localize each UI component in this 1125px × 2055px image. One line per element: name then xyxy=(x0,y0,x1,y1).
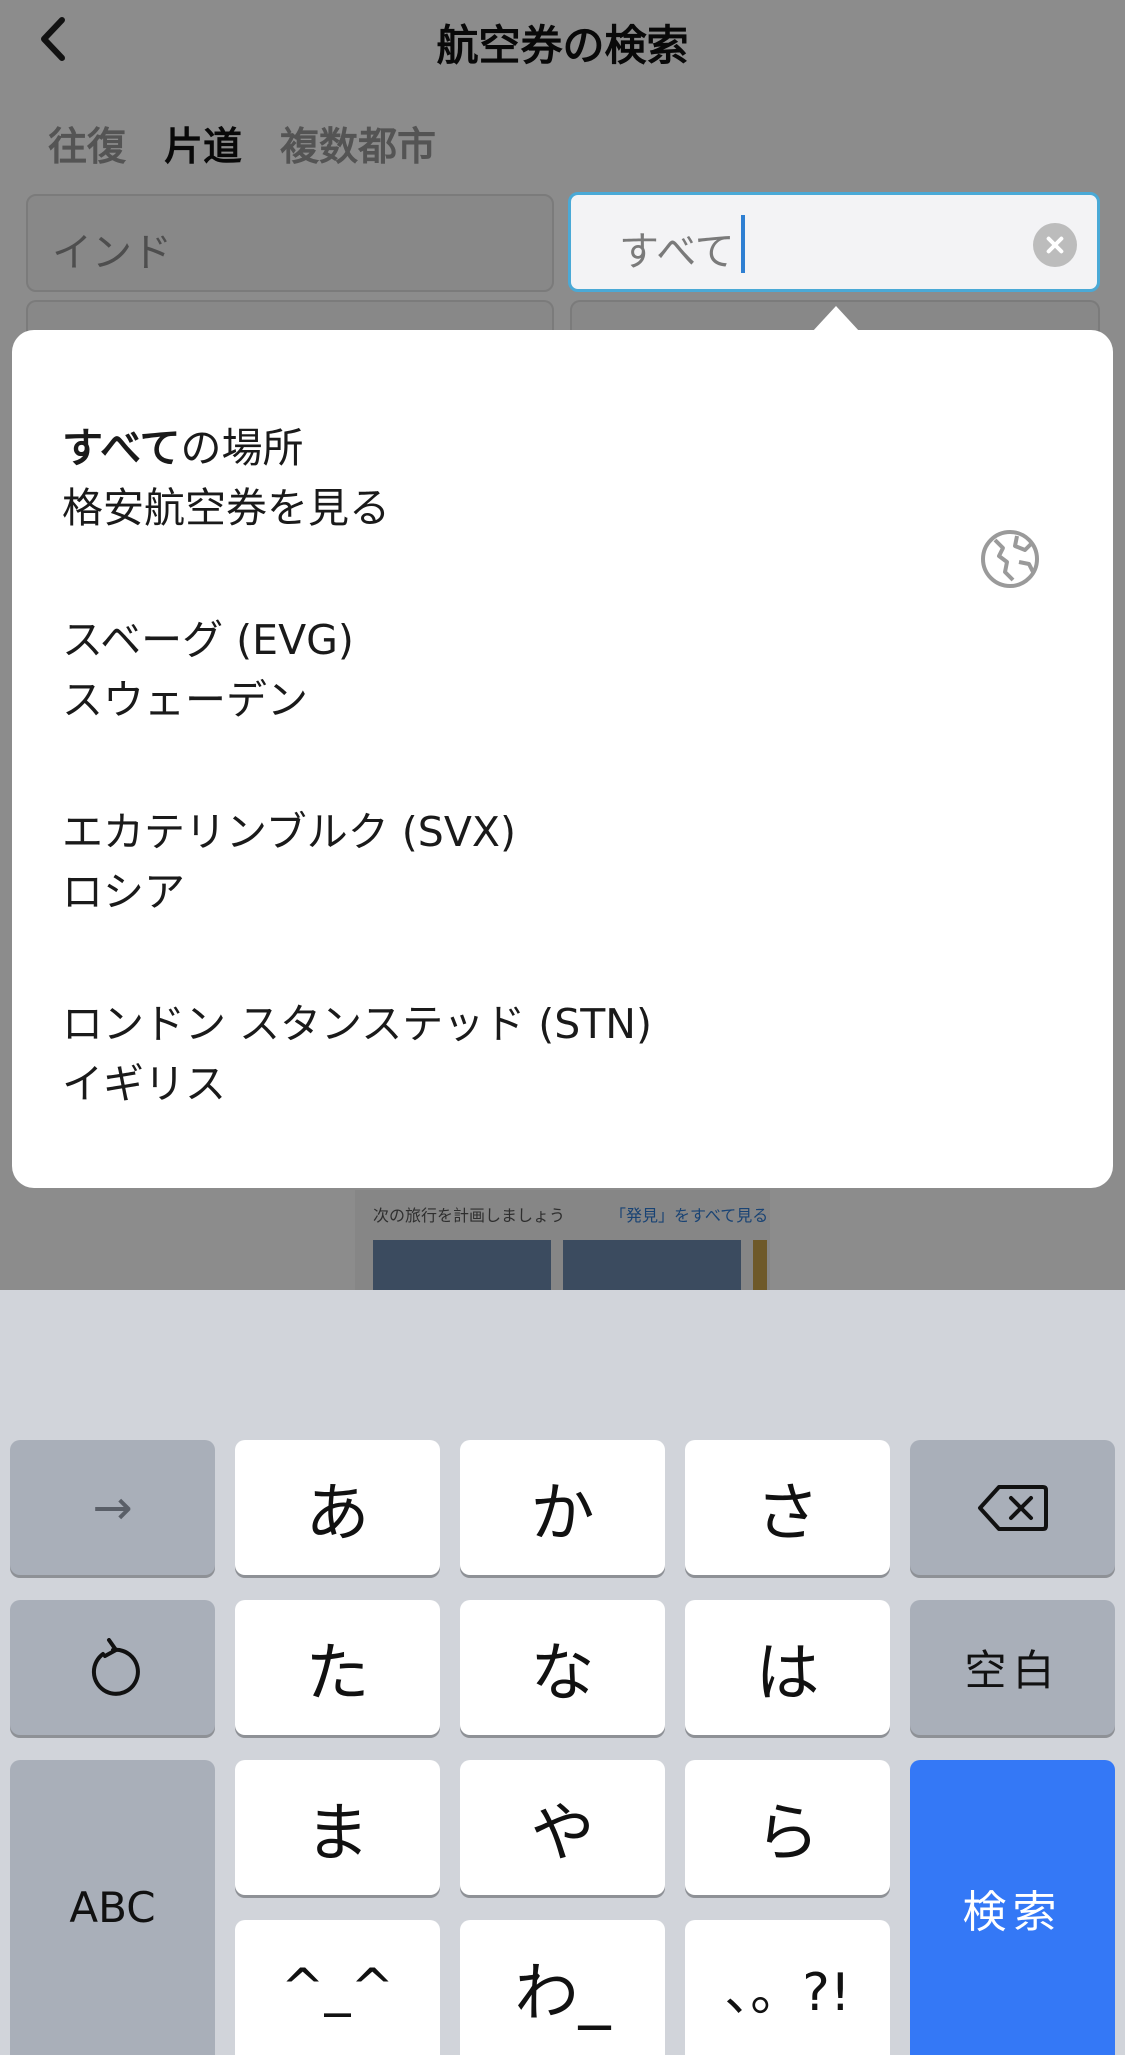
text-caret xyxy=(741,215,745,273)
suggestion-country: イギリス xyxy=(62,1060,226,1108)
space-key-label: 空白 xyxy=(964,1646,1061,1695)
suggestion-airport[interactable]: エカテリンブルク (SVX) ロシア xyxy=(62,802,1073,942)
japanese-keyboard: → あ か さ た な は 空白 ABC ま や ら 検索 ^_^ わ_ 、。?… xyxy=(0,1290,1125,2055)
key-ya[interactable]: や xyxy=(460,1760,665,1895)
undo-icon xyxy=(91,1637,140,1696)
space-key[interactable]: 空白 xyxy=(910,1600,1115,1735)
suggestion-title-bold: すべて xyxy=(62,424,181,472)
next-candidate-key[interactable]: → xyxy=(10,1440,215,1575)
suggestion-country: スウェーデン xyxy=(62,676,308,724)
suggestion-airport[interactable]: スベーグ (EVG) スウェーデン xyxy=(62,610,1073,750)
destination-value: すべて xyxy=(619,229,735,275)
suggestion-title: スベーグ (EVG) xyxy=(62,616,354,664)
suggestion-title: ロンドン スタンステッド (STN) xyxy=(62,1000,652,1048)
globe-icon xyxy=(981,530,1039,588)
suggestion-country: ロシア xyxy=(62,868,185,916)
suggestions-popover: すべての場所 格安航空券を見る スベーグ (EVG) スウェーデン エカテリンブ… xyxy=(12,330,1113,1188)
search-key[interactable]: 検索 xyxy=(910,1760,1115,2055)
key-ka[interactable]: か xyxy=(460,1440,665,1575)
key-a[interactable]: あ xyxy=(235,1440,440,1575)
key-na[interactable]: な xyxy=(460,1600,665,1735)
suggestion-subtitle: 格安航空券を見る xyxy=(62,484,390,532)
destination-input[interactable]: すべて xyxy=(568,192,1100,292)
suggestion-title: エカテリンブルク (SVX) xyxy=(62,808,516,856)
key-ra[interactable]: ら xyxy=(685,1760,890,1895)
key-emoticon[interactable]: ^_^ xyxy=(235,1920,440,2055)
undo-key[interactable] xyxy=(10,1600,215,1735)
popover-arrow xyxy=(812,306,860,332)
delete-key[interactable] xyxy=(910,1440,1115,1575)
clear-icon[interactable] xyxy=(1033,223,1077,267)
key-wa[interactable]: わ_ xyxy=(460,1920,665,2055)
key-ha[interactable]: は xyxy=(685,1600,890,1735)
suggestion-title-rest: の場所 xyxy=(180,424,304,472)
backspace-icon xyxy=(977,1484,1048,1531)
key-ma[interactable]: ま xyxy=(235,1760,440,1895)
abc-key[interactable]: ABC xyxy=(10,1760,215,2055)
search-key-label: 検索 xyxy=(962,1886,1063,1938)
suggestion-airport[interactable]: ロンドン スタンステッド (STN) イギリス xyxy=(62,994,1073,1134)
arrow-right-icon: → xyxy=(92,1479,133,1536)
key-sa[interactable]: さ xyxy=(685,1440,890,1575)
key-ta[interactable]: た xyxy=(235,1600,440,1735)
abc-key-label: ABC xyxy=(69,1883,156,1932)
key-punctuation[interactable]: 、。?! xyxy=(685,1920,890,2055)
suggestion-anywhere[interactable]: すべての場所 格安航空券を見る xyxy=(62,418,1073,588)
